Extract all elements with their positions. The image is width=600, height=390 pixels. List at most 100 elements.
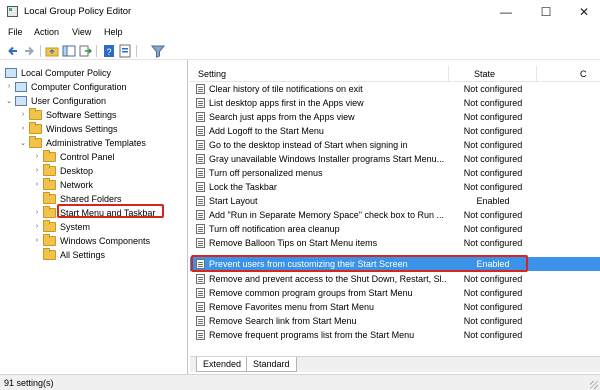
table-row[interactable]: Search just apps from the Apps view Not c… <box>190 110 600 124</box>
filter-icon[interactable] <box>151 44 165 58</box>
toolbar-separator <box>40 45 41 57</box>
chevron-right-icon[interactable]: › <box>33 181 41 188</box>
tree-selection-highlight <box>57 204 164 218</box>
policy-setting-icon <box>196 126 205 136</box>
toolbar-separator <box>96 45 97 57</box>
table-row[interactable]: Gray unavailable Windows Installer progr… <box>190 152 600 166</box>
maximize-button[interactable]: ☐ <box>528 2 564 22</box>
app-icon <box>7 6 18 17</box>
chevron-right-icon[interactable]: › <box>5 83 13 90</box>
chevron-right-icon[interactable]: › <box>33 237 41 244</box>
policy-setting-icon <box>196 182 205 192</box>
tree-pane: Local Computer Policy › Computer Configu… <box>0 60 188 374</box>
menu-file[interactable]: File <box>8 27 23 37</box>
policy-setting-icon <box>196 84 205 94</box>
table-row[interactable]: Add Logoff to the Start Menu Not configur… <box>190 124 600 138</box>
tree-item-system[interactable]: › System <box>33 219 90 233</box>
tree-item-software-settings[interactable]: › Software Settings <box>19 107 117 121</box>
column-divider[interactable] <box>448 66 449 82</box>
chevron-right-icon[interactable]: › <box>33 153 41 160</box>
table-row[interactable]: Remove frequent programs list from the S… <box>190 328 600 342</box>
folder-icon <box>43 205 56 218</box>
window-title: Local Group Policy Editor <box>24 6 132 17</box>
chevron-right-icon[interactable]: › <box>33 167 41 174</box>
folder-icon <box>43 177 56 190</box>
toolbar: ? <box>0 42 600 60</box>
tab-standard[interactable]: Standard <box>246 357 297 372</box>
resize-grip-icon[interactable] <box>590 381 598 389</box>
minimize-button[interactable]: — <box>488 2 524 22</box>
menu-bar: File Action View Help <box>0 24 600 42</box>
column-comment[interactable]: C <box>580 69 587 79</box>
chevron-right-icon[interactable]: › <box>19 111 27 118</box>
table-row[interactable]: Add "Run in Separate Memory Space" check… <box>190 208 600 222</box>
tree-item-computer-configuration[interactable]: › Computer Configuration <box>5 80 127 93</box>
tree-root[interactable]: Local Computer Policy <box>3 66 111 79</box>
table-row[interactable]: Remove Balloon Tips on Start Menu items N… <box>190 236 600 250</box>
policy-setting-icon <box>196 330 205 340</box>
column-header: Setting State C <box>190 66 600 82</box>
view-tabs: Extended Standard <box>190 356 600 372</box>
menu-help[interactable]: Help <box>104 27 123 37</box>
policy-setting-icon <box>196 238 205 248</box>
chevron-right-icon[interactable]: › <box>33 209 41 216</box>
help-icon[interactable]: ? <box>102 44 116 58</box>
table-row[interactable]: Remove and prevent access to the Shut Do… <box>190 272 600 286</box>
table-row[interactable]: Turn off notification area cleanup Not co… <box>190 222 600 236</box>
tree-item-network[interactable]: › Network <box>33 177 93 191</box>
table-row[interactable]: Remove Search link from Start Menu Not co… <box>190 314 600 328</box>
policy-setting-icon <box>196 288 205 298</box>
chevron-down-icon[interactable]: ⌄ <box>5 97 13 105</box>
menu-view[interactable]: View <box>72 27 91 37</box>
title-bar: Local Group Policy Editor — ☐ ✕ <box>0 0 600 24</box>
status-bar: 91 setting(s) <box>0 374 600 390</box>
column-divider[interactable] <box>536 66 537 82</box>
tree-item-all-settings[interactable]: All Settings <box>33 247 105 261</box>
column-setting[interactable]: Setting <box>198 69 226 79</box>
policy-setting-icon <box>196 274 205 284</box>
policy-setting-icon <box>196 224 205 234</box>
chevron-down-icon[interactable]: ⌄ <box>19 139 27 147</box>
folder-icon <box>29 135 42 148</box>
export-list-icon[interactable] <box>78 44 92 58</box>
back-icon[interactable] <box>6 44 20 58</box>
tree-item-administrative-templates[interactable]: ⌄ Administrative Templates <box>19 135 146 149</box>
computer-icon <box>15 95 27 106</box>
folder-icon <box>43 191 56 204</box>
menu-action[interactable]: Action <box>34 27 59 37</box>
chevron-right-icon[interactable]: › <box>33 223 41 230</box>
folder-icon <box>43 149 56 162</box>
tree-item-user-configuration[interactable]: ⌄ User Configuration <box>5 94 106 107</box>
table-row[interactable]: Remove Favorites menu from Start Menu Not… <box>190 300 600 314</box>
tab-extended[interactable]: Extended <box>196 357 249 372</box>
folder-icon <box>29 107 42 120</box>
computer-icon <box>5 67 17 78</box>
folder-icon <box>43 233 56 246</box>
forward-icon[interactable] <box>22 44 36 58</box>
table-row[interactable]: Lock the Taskbar Not configured <box>190 180 600 194</box>
computer-icon <box>15 81 27 92</box>
table-row[interactable]: Turn off personalized menus Not configure… <box>190 166 600 180</box>
column-state[interactable]: State <box>474 69 495 79</box>
tree-item-windows-settings[interactable]: › Windows Settings <box>19 121 118 135</box>
properties-icon[interactable] <box>118 44 132 58</box>
svg-text:?: ? <box>106 47 111 57</box>
folder-icon <box>43 247 56 260</box>
show-hide-tree-icon[interactable] <box>62 44 76 58</box>
table-row[interactable]: Go to the desktop instead of Start when … <box>190 138 600 152</box>
folder-icon <box>43 163 56 176</box>
policy-setting-icon <box>196 210 205 220</box>
toolbar-separator <box>136 45 137 57</box>
table-row[interactable]: List desktop apps first in the Apps view… <box>190 96 600 110</box>
tree-item-desktop[interactable]: › Desktop <box>33 163 93 177</box>
table-row[interactable]: Clear history of tile notifications on e… <box>190 82 600 96</box>
table-row[interactable]: Remove common program groups from Start … <box>190 286 600 300</box>
folder-up-icon[interactable] <box>45 44 59 58</box>
folder-icon <box>29 121 42 134</box>
close-button[interactable]: ✕ <box>566 2 600 22</box>
tree-item-windows-components[interactable]: › Windows Components <box>33 233 150 247</box>
table-row[interactable]: Start Layout Enabled <box>190 194 600 208</box>
policy-setting-icon <box>196 302 205 312</box>
tree-item-control-panel[interactable]: › Control Panel <box>33 149 115 163</box>
chevron-right-icon[interactable]: › <box>19 125 27 132</box>
